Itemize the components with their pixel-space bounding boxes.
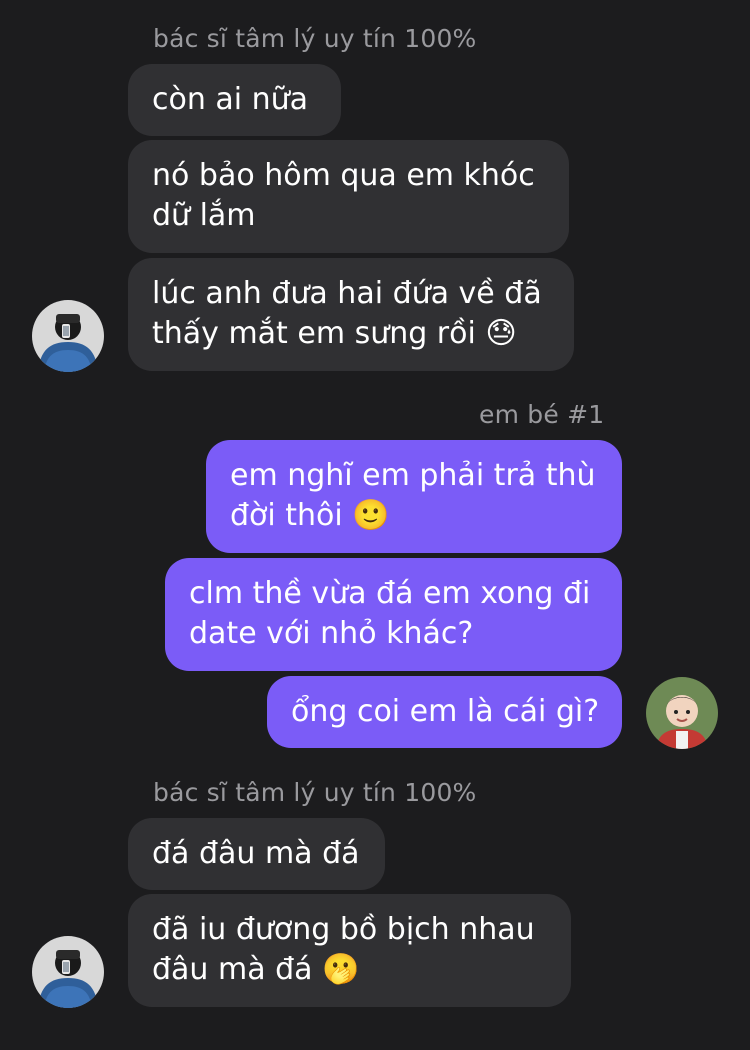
person-hoodie-avatar-icon [32,936,104,1008]
contact-avatar[interactable] [32,936,104,1008]
message-text-line: đâu mà đá [152,952,313,987]
message-text-line: date với nhỏ khác? [189,616,474,651]
message-bubble-incoming[interactable]: còn ai nữa [128,64,341,136]
message-bubble-outgoing[interactable]: ổng coi em là cái gì? [267,676,622,748]
message-text-line: thấy mắt em sưng rồi [152,316,476,351]
message-text-line: dữ lắm [152,198,256,233]
sender-name-doctor: bác sĩ tâm lý uy tín 100% [153,778,477,807]
message-text-line: clm thề vừa đá em xong đi [189,576,591,611]
self-avatar[interactable] [646,677,718,749]
message-bubble-incoming[interactable]: đã iu đương bồ bịch nhau đâu mà đá 🫢 [128,894,571,1007]
person-hoodie-avatar-icon [32,300,104,372]
sender-name-self: em bé #1 [479,400,605,429]
message-text-line: em nghĩ em phải trả thù [230,458,596,493]
message-text: còn ai nữa [152,82,309,117]
child-avatar-icon [646,677,718,749]
message-text: đá đâu mà đá [152,836,360,871]
message-bubble-incoming[interactable]: lúc anh đưa hai đứa về đã thấy mắt em sư… [128,258,574,371]
message-text-line: đời thôi [230,498,343,533]
message-bubble-incoming[interactable]: nó bảo hôm qua em khóc dữ lắm [128,140,569,253]
message-text: ổng coi em là cái gì? [291,694,600,729]
hand-over-mouth-emoji-icon: 🫢 [322,952,360,987]
message-bubble-incoming[interactable]: đá đâu mà đá [128,818,385,890]
message-bubble-outgoing[interactable]: em nghĩ em phải trả thù đời thôi 🙂 [206,440,622,553]
message-bubble-outgoing[interactable]: clm thề vừa đá em xong đi date với nhỏ k… [165,558,622,671]
message-text-line: nó bảo hôm qua em khóc [152,158,535,193]
sender-name-doctor: bác sĩ tâm lý uy tín 100% [153,24,477,53]
sad-sweat-emoji-icon: 😓 [485,316,517,351]
slight-smile-emoji-icon: 🙂 [352,498,390,533]
message-text-line: lúc anh đưa hai đứa về đã [152,276,542,311]
message-text-line: đã iu đương bồ bịch nhau [152,912,535,947]
contact-avatar[interactable] [32,300,104,372]
